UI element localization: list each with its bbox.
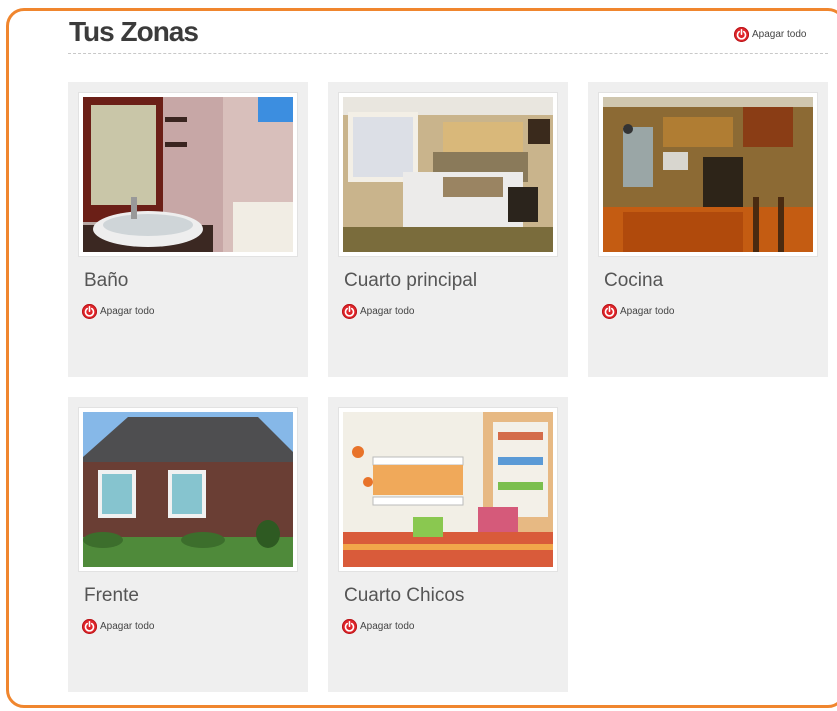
zone-card-bano[interactable]: Baño Apagar todo	[68, 82, 308, 377]
zone-off-button[interactable]: Apagar todo	[82, 304, 155, 319]
all-off-label: Apagar todo	[752, 29, 807, 40]
zone-card-cuarto-chicos[interactable]: Cuarto Chicos Apagar todo	[328, 397, 568, 692]
all-off-button[interactable]: Apagar todo	[734, 27, 807, 42]
zone-thumbnail[interactable]	[78, 92, 298, 257]
zone-off-label: Apagar todo	[360, 306, 415, 317]
kitchen-photo	[603, 97, 813, 252]
header-divider	[68, 53, 828, 54]
kids-room-photo	[343, 412, 553, 567]
zone-off-button[interactable]: Apagar todo	[342, 619, 415, 634]
zone-off-button[interactable]: Apagar todo	[82, 619, 155, 634]
zone-off-label: Apagar todo	[620, 306, 675, 317]
zone-off-label: Apagar todo	[100, 306, 155, 317]
zone-name: Cuarto Chicos	[344, 585, 465, 606]
zone-card-cuarto-principal[interactable]: Cuarto principal Apagar todo	[328, 82, 568, 377]
bathroom-photo	[83, 97, 293, 252]
power-icon	[342, 619, 357, 634]
page-title: Tus Zonas	[69, 16, 199, 47]
zone-name: Cocina	[604, 270, 664, 291]
zone-off-label: Apagar todo	[360, 621, 415, 632]
zone-name: Baño	[84, 270, 129, 291]
power-icon	[342, 304, 357, 319]
zone-card-cocina[interactable]: Cocina Apagar todo	[588, 82, 828, 377]
zone-name: Cuarto principal	[344, 270, 478, 291]
house-front-photo	[83, 412, 293, 567]
power-icon	[734, 27, 749, 42]
zone-thumbnail[interactable]	[338, 92, 558, 257]
zone-off-button[interactable]: Apagar todo	[602, 304, 675, 319]
zone-name: Frente	[84, 585, 139, 606]
bedroom-photo	[343, 97, 553, 252]
zone-off-button[interactable]: Apagar todo	[342, 304, 415, 319]
zone-thumbnail[interactable]	[598, 92, 818, 257]
power-icon	[82, 304, 97, 319]
power-icon	[82, 619, 97, 634]
zone-thumbnail[interactable]	[78, 407, 298, 572]
zone-card-frente[interactable]: Frente Apagar todo	[68, 397, 308, 692]
zone-off-label: Apagar todo	[100, 621, 155, 632]
zone-thumbnail[interactable]	[338, 407, 558, 572]
power-icon	[602, 304, 617, 319]
